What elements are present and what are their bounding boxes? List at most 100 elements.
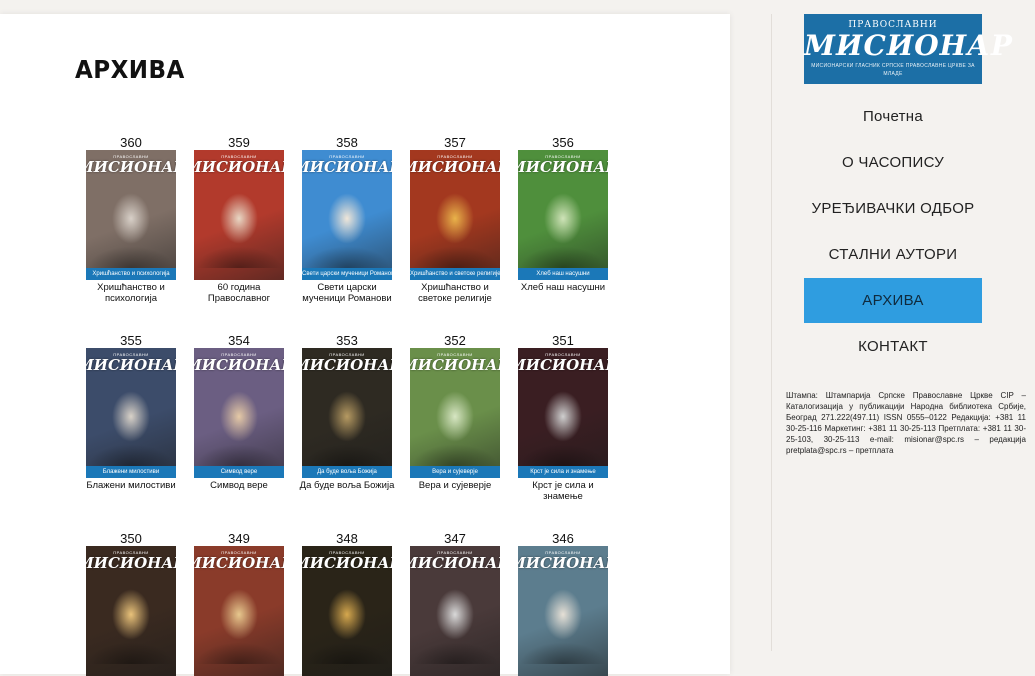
issue-cover-image[interactable]: ПРАВОСЛАВНИМИСИОНАР <box>194 150 284 280</box>
cover-masthead-title: МИСИОНАР <box>518 553 608 572</box>
issue-caption[interactable]: Хлеб наш насушни <box>515 282 611 293</box>
issue-caption[interactable]: 60 година Православног <box>191 282 287 304</box>
cover-masthead-title: МИСИОНАР <box>518 157 608 176</box>
cover-masthead: ПРАВОСЛАВНИМИСИОНАР <box>518 348 608 376</box>
cover-photo <box>194 376 284 466</box>
issue-cover-image[interactable]: ПРАВОСЛАВНИМИСИОНАР Хлеб наш насушни <box>518 150 608 280</box>
cover-masthead: ПРАВОСЛАВНИМИСИОНАР <box>302 150 392 178</box>
page-title: АРХИВА <box>75 55 185 84</box>
cover-title-band: Вера и сујеверје <box>410 466 500 478</box>
issue-item[interactable]: 354ПРАВОСЛАВНИМИСИОНАР Симвод вере Симвод … <box>191 333 287 491</box>
cover-masthead: ПРАВОСЛАВНИМИСИОНАР <box>194 348 284 376</box>
cover-masthead: ПРАВОСЛАВНИМИСИОНАР <box>518 150 608 178</box>
issue-cover-image[interactable]: ПРАВОСЛАВНИМИСИОНАР <box>86 546 176 676</box>
cover-photo <box>302 178 392 268</box>
imprint-text: Штампа: Штампарија Српске Православне Цр… <box>786 391 1026 455</box>
cover-photo <box>86 178 176 268</box>
issue-number: 356 <box>552 135 574 150</box>
issue-number: 358 <box>336 135 358 150</box>
issue-cover-image[interactable]: ПРАВОСЛАВНИМИСИОНАР Вера и сујеверје <box>410 348 500 478</box>
site-logo[interactable]: ПРАВОСЛАВНИ МИСИОНАР МИСИОНАРСКИ ГЛАСНИК… <box>804 14 1013 84</box>
nav-item[interactable]: СТАЛНИ АУТОРИ <box>804 232 982 277</box>
issue-caption[interactable]: Да буде вољa Божија <box>299 480 395 491</box>
logo-sub-text: МИСИОНАРСКИ ГЛАСНИК СРПСКЕ ПРАВОСЛАВНЕ Ц… <box>811 63 975 77</box>
issue-caption[interactable]: Крст је сила и знамење <box>515 480 611 502</box>
cover-title-band: Да буде воља Божија <box>302 466 392 478</box>
sidebar: ПРАВОСЛАВНИ МИСИОНАР МИСИОНАРСКИ ГЛАСНИК… <box>771 14 1035 651</box>
issue-item[interactable]: 349ПРАВОСЛАВНИМИСИОНАР <box>191 531 287 676</box>
issue-number: 354 <box>228 333 250 348</box>
issue-number: 351 <box>552 333 574 348</box>
issue-number: 352 <box>444 333 466 348</box>
cover-photo <box>302 376 392 466</box>
issue-number: 357 <box>444 135 466 150</box>
issue-cover-image[interactable]: ПРАВОСЛАВНИМИСИОНАР Хришћанство и светске… <box>410 150 500 280</box>
cover-masthead-title: МИСИОНАР <box>302 355 392 374</box>
cover-title-band: Хлеб наш насушни <box>518 268 608 280</box>
issue-number: 355 <box>120 333 142 348</box>
issue-item[interactable]: 346ПРАВОСЛАВНИМИСИОНАР <box>515 531 611 676</box>
issue-item[interactable]: 356ПРАВОСЛАВНИМИСИОНАР Хлеб наш насушни Хл… <box>515 135 611 293</box>
cover-photo <box>86 376 176 466</box>
issue-item[interactable]: 355ПРАВОСЛАВНИМИСИОНАР Блажени милостиви Б… <box>83 333 179 491</box>
issue-item[interactable]: 352ПРАВОСЛАВНИМИСИОНАР Вера и сујеверје Ве… <box>407 333 503 491</box>
issue-item[interactable]: 357ПРАВОСЛАВНИМИСИОНАР Хришћанство и свет… <box>407 135 503 304</box>
cover-masthead-title: МИСИОНАР <box>86 553 176 572</box>
cover-masthead-title: МИСИОНАР <box>302 157 392 176</box>
cover-masthead: ПРАВОСЛАВНИМИСИОНАР <box>86 348 176 376</box>
cover-photo <box>518 376 608 466</box>
issue-cover-image[interactable]: ПРАВОСЛАВНИМИСИОНАР Хришћанство и психоло… <box>86 150 176 280</box>
cover-masthead: ПРАВОСЛАВНИМИСИОНАР <box>302 348 392 376</box>
issue-number: 348 <box>336 531 358 546</box>
issue-caption[interactable]: Вера и сујеверје <box>407 480 503 491</box>
cover-masthead-title: МИСИОНАР <box>410 355 500 374</box>
main-content: АРХИВА 360ПРАВОСЛАВНИМИСИОНАРХришћанство… <box>0 14 730 676</box>
issue-item[interactable]: 359ПРАВОСЛАВНИМИСИОНАР 60 година Правосла… <box>191 135 287 304</box>
issue-caption[interactable]: Симвод вере <box>191 480 287 491</box>
issue-cover-image[interactable]: ПРАВОСЛАВНИМИСИОНАР <box>194 546 284 676</box>
cover-title-band: Симвод вере <box>194 466 284 478</box>
issue-item[interactable]: 350ПРАВОСЛАВНИМИСИОНАР <box>83 531 179 676</box>
issue-item[interactable]: 351ПРАВОСЛАВНИМИСИОНАР Крст је сила и зна… <box>515 333 611 502</box>
issue-number: 359 <box>228 135 250 150</box>
issue-number: 347 <box>444 531 466 546</box>
issue-cover-image[interactable]: ПРАВОСЛАВНИМИСИОНАР Блажени милостиви <box>86 348 176 478</box>
cover-masthead: ПРАВОСЛАВНИМИСИОНАР <box>410 546 500 574</box>
issue-cover-image[interactable]: ПРАВОСЛАВНИМИСИОНАР <box>518 546 608 676</box>
issue-caption[interactable]: Хришћанство и светоке религије <box>407 282 503 304</box>
issue-item[interactable]: 353ПРАВОСЛАВНИМИСИОНАР Да буде воља Божиј… <box>299 333 395 491</box>
issue-item[interactable]: 347ПРАВОСЛАВНИМИСИОНАР <box>407 531 503 676</box>
cover-masthead: ПРАВОСЛАВНИМИСИОНАР <box>302 546 392 574</box>
cover-photo <box>410 376 500 466</box>
cover-masthead-title: МИСИОНАР <box>194 157 284 176</box>
issue-cover-image[interactable]: ПРАВОСЛАВНИМИСИОНАР Свети царски мученици… <box>302 150 392 280</box>
nav-item[interactable]: КОНТАКТ <box>804 324 982 369</box>
issue-caption[interactable]: Свети царски мученици Романови <box>299 282 395 304</box>
issue-caption[interactable]: Хришћанство и психологија <box>83 282 179 304</box>
nav-item[interactable]: УРЕЂИВАЧКИ ОДБОР <box>804 186 982 231</box>
issue-number: 349 <box>228 531 250 546</box>
issue-cover-image[interactable]: ПРАВОСЛАВНИМИСИОНАР <box>410 546 500 676</box>
cover-masthead: ПРАВОСЛАВНИМИСИОНАР <box>86 150 176 178</box>
issue-cover-image[interactable]: ПРАВОСЛАВНИМИСИОНАР <box>302 546 392 676</box>
issue-item[interactable]: 348ПРАВОСЛАВНИМИСИОНАР <box>299 531 395 676</box>
issue-item[interactable]: 360ПРАВОСЛАВНИМИСИОНАР Хришћанство и псих… <box>83 135 179 304</box>
issue-cover-image[interactable]: ПРАВОСЛАВНИМИСИОНАР Да буде воља Божија <box>302 348 392 478</box>
cover-masthead-title: МИСИОНАР <box>194 553 284 572</box>
cover-photo <box>410 178 500 268</box>
nav-item[interactable]: Почетна <box>804 94 982 139</box>
nav-item[interactable]: АРХИВА <box>804 278 982 323</box>
logo-main-text: МИСИОНАР <box>804 29 1013 62</box>
issue-cover-image[interactable]: ПРАВОСЛАВНИМИСИОНАР Симвод вере <box>194 348 284 478</box>
issue-caption[interactable]: Блажени милостиви <box>83 480 179 491</box>
cover-masthead-title: МИСИОНАР <box>194 355 284 374</box>
issue-number: 346 <box>552 531 574 546</box>
issue-number: 360 <box>120 135 142 150</box>
issue-item[interactable]: 358ПРАВОСЛАВНИМИСИОНАР Свети царски мучен… <box>299 135 395 304</box>
nav-item[interactable]: О ЧАСОПИСУ <box>804 140 982 185</box>
issue-cover-image[interactable]: ПРАВОСЛАВНИМИСИОНАР Крст је сила и знамењ… <box>518 348 608 478</box>
logo-top-text: ПРАВОСЛАВНИ <box>848 20 938 30</box>
cover-title-band: Крст је сила и знамење <box>518 466 608 478</box>
issue-number: 350 <box>120 531 142 546</box>
cover-masthead-title: МИСИОНАР <box>302 553 392 572</box>
